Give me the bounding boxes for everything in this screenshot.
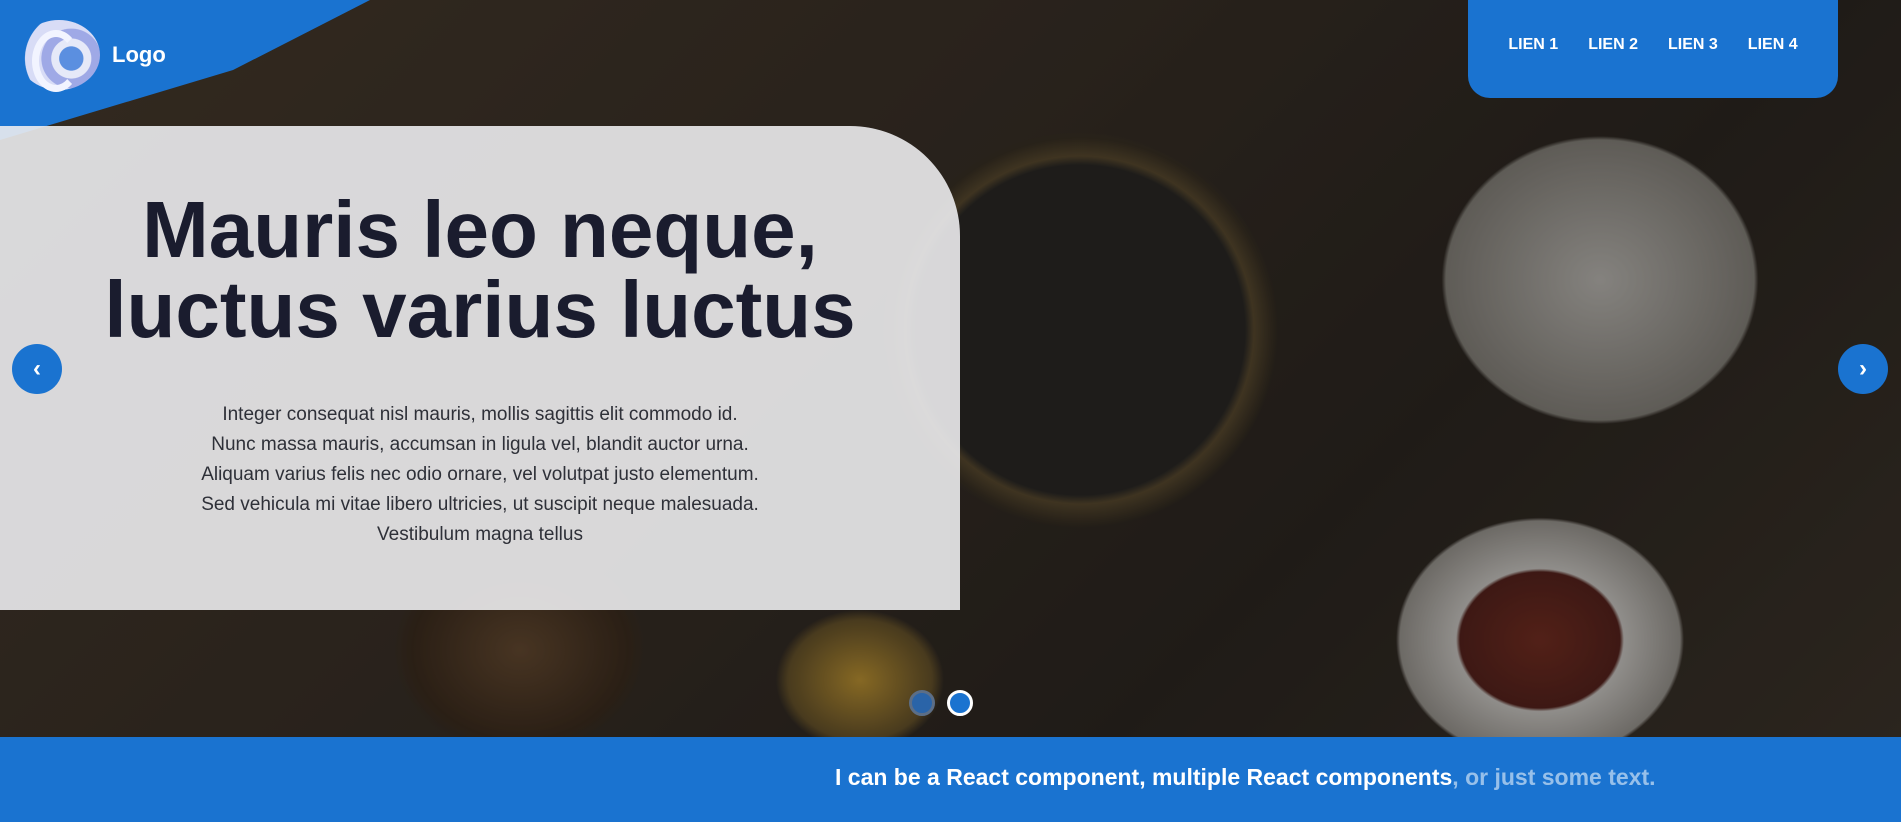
hero-title-line-1: Mauris leo neque, (142, 185, 818, 274)
footer-text-fade: , or just some text. (1452, 764, 1656, 790)
chevron-left-icon: ‹ (33, 355, 41, 382)
carousel-next-button[interactable]: › (1838, 344, 1888, 394)
nav-link-4[interactable]: LIEN 4 (1748, 36, 1798, 54)
chevron-right-icon: › (1859, 355, 1867, 382)
hero-description: Integer consequat nisl mauris, mollis sa… (201, 404, 759, 545)
carousel-prev-button[interactable]: ‹ (12, 344, 62, 394)
hero-title-line-2: luctus varius luctus (104, 265, 856, 354)
carousel-dot-2-active[interactable] (947, 690, 973, 716)
footer-marquee-text: I can be a React component, multiple Rea… (835, 764, 1656, 791)
footer-text-main: I can be a React component, multiple Rea… (835, 764, 1453, 790)
carousel-pagination (909, 690, 973, 716)
nav-link-1[interactable]: LIEN 1 (1508, 36, 1558, 54)
carousel-dot-1[interactable] (909, 690, 935, 716)
nav-link-2[interactable]: LIEN 2 (1588, 36, 1638, 54)
main-nav: LIEN 1 LIEN 2 LIEN 3 LIEN 4 (1468, 0, 1838, 98)
nav-link-3[interactable]: LIEN 3 (1668, 36, 1718, 54)
logo-text: Logo (112, 42, 166, 67)
logo[interactable]: Logo (18, 20, 166, 92)
hero-title: Mauris leo neque, luctus varius luctus (0, 190, 960, 350)
logo-icon (18, 20, 100, 92)
